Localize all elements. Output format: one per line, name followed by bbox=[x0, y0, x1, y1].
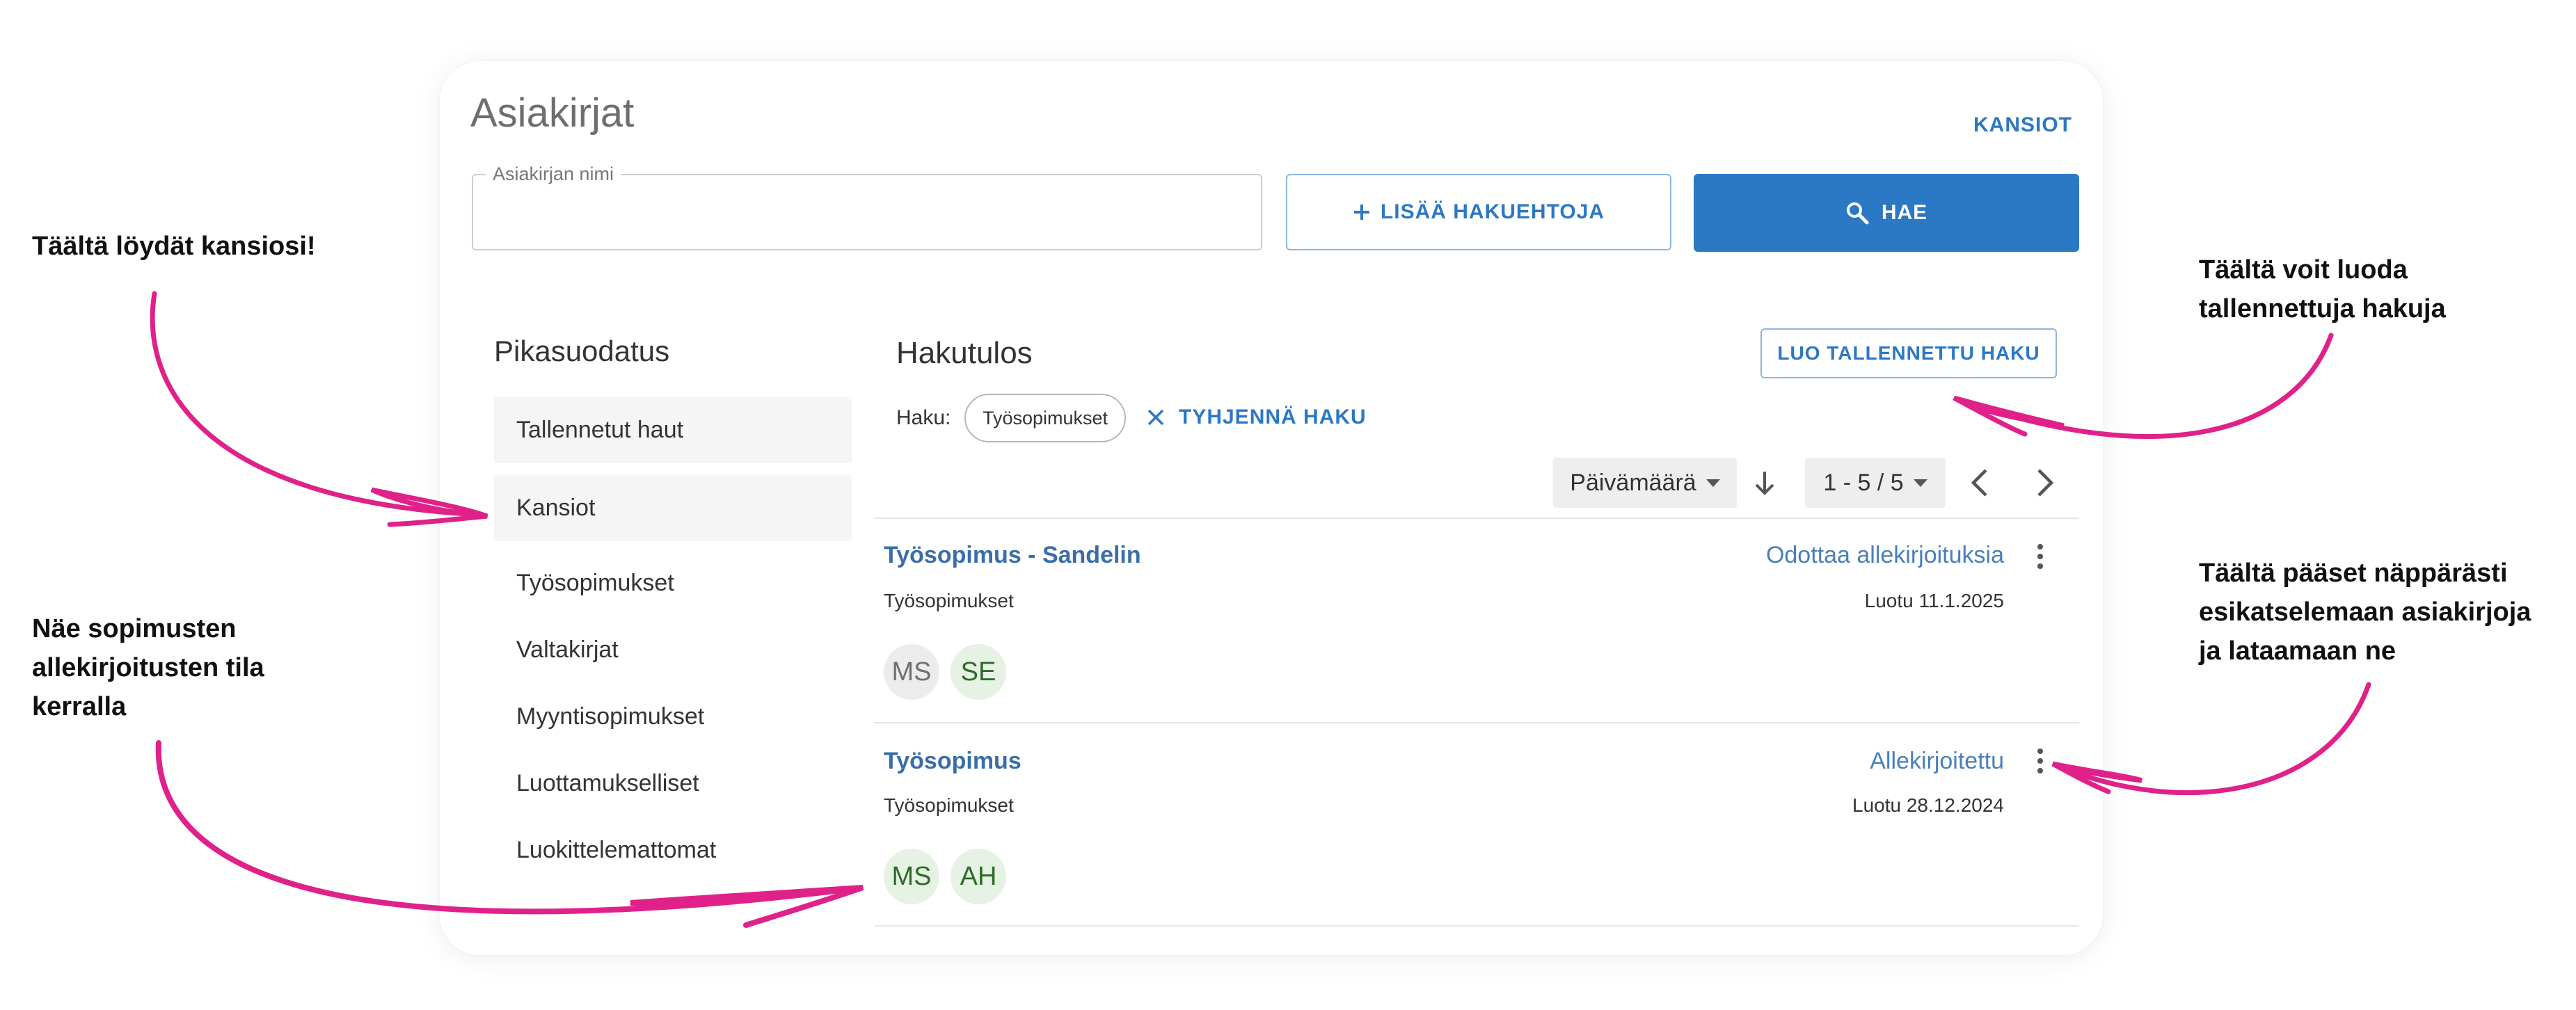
arrow-to-folders bbox=[150, 291, 488, 527]
arrow-to-saved-search bbox=[1953, 332, 2334, 439]
arrow-to-more-menu bbox=[2051, 682, 2371, 795]
annotation-arrows bbox=[150, 291, 2371, 928]
arrow-to-signers bbox=[155, 740, 864, 928]
